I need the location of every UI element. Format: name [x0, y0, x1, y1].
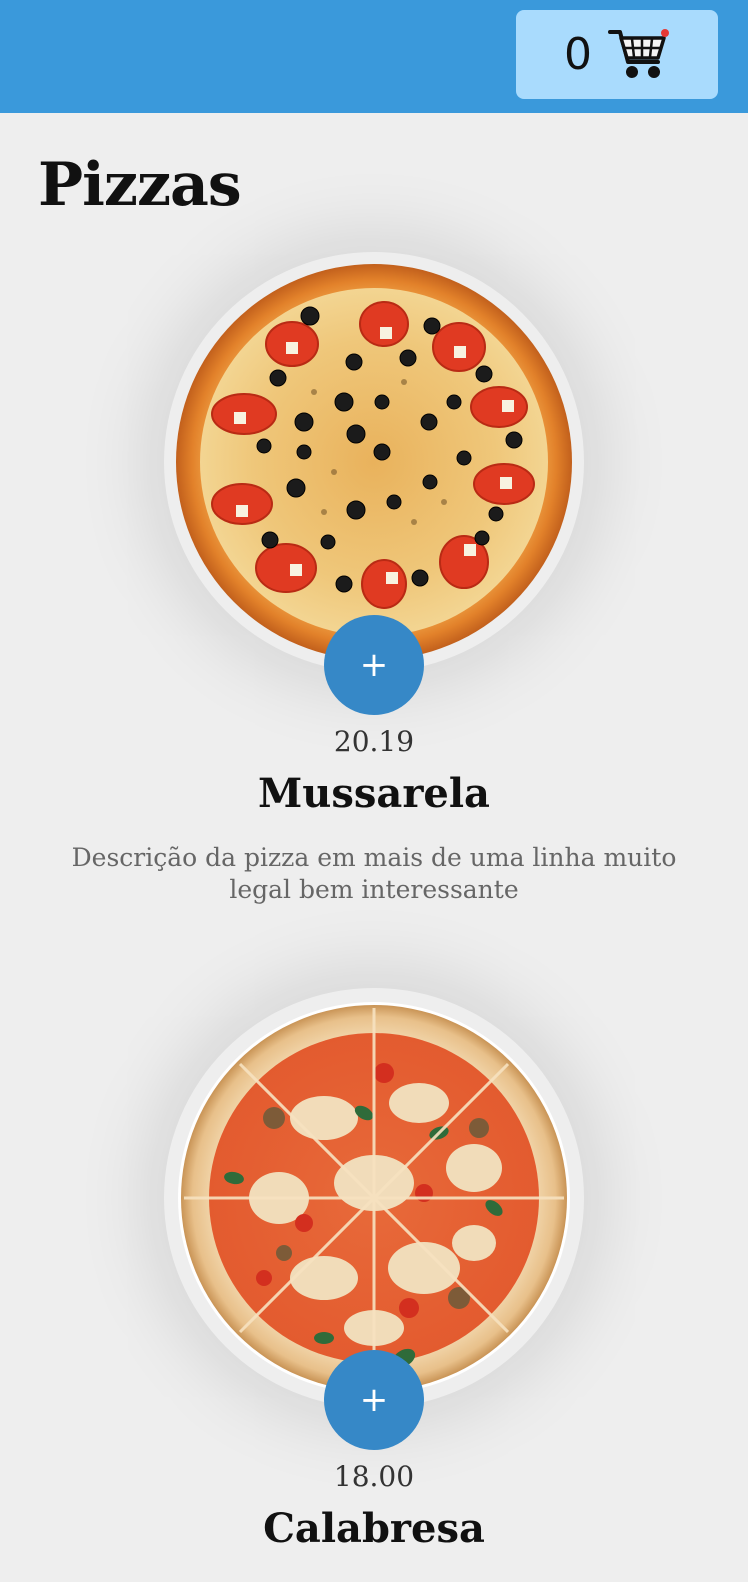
shopping-cart-icon [608, 26, 670, 84]
cart-button[interactable]: 0 [516, 10, 718, 99]
pizza-name: Mussarela [258, 770, 490, 817]
pizza-name: Calabresa [263, 1505, 485, 1552]
page-title: Pizzas [38, 150, 242, 220]
pizza-description: Descrição da pizza em mais de uma linha … [71, 843, 677, 904]
add-to-cart-button[interactable]: + [324, 1350, 424, 1450]
add-to-cart-button[interactable]: + [324, 615, 424, 715]
top-bar: 0 [0, 0, 748, 113]
pizza-price: 18.00 [333, 1460, 415, 1493]
cart-count: 0 [564, 29, 592, 80]
pizza-price: 20.19 [333, 725, 415, 758]
